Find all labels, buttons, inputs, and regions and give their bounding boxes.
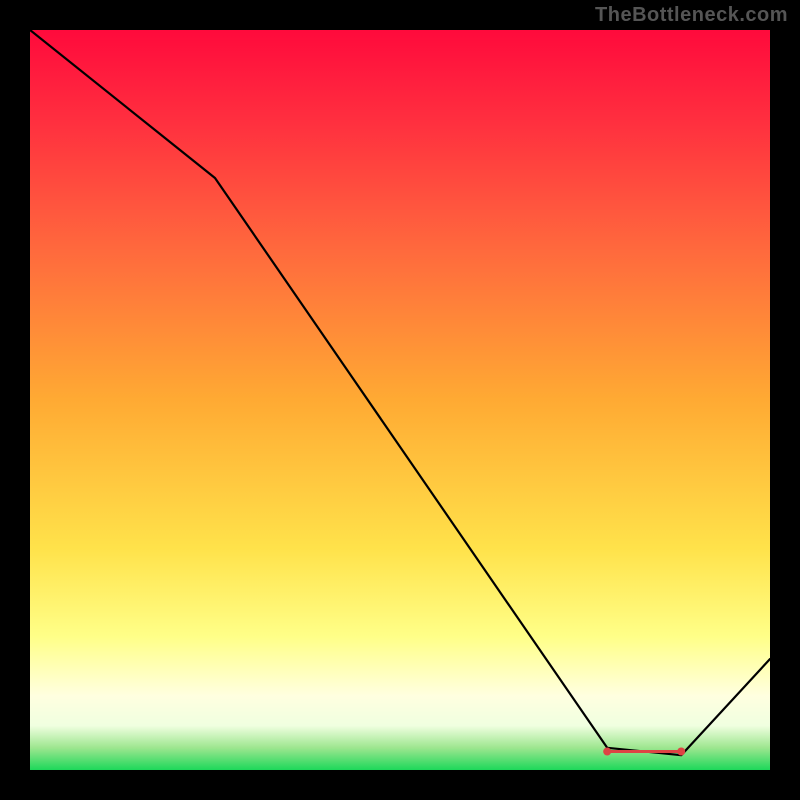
band-endcap-left bbox=[603, 748, 611, 756]
chart-frame: TheBottleneck.com bbox=[0, 0, 800, 800]
band-endcap-right bbox=[677, 748, 685, 756]
curve-line bbox=[30, 30, 770, 755]
chart-svg bbox=[30, 30, 770, 770]
watermark-text: TheBottleneck.com bbox=[595, 4, 788, 27]
plot-area bbox=[30, 30, 770, 770]
